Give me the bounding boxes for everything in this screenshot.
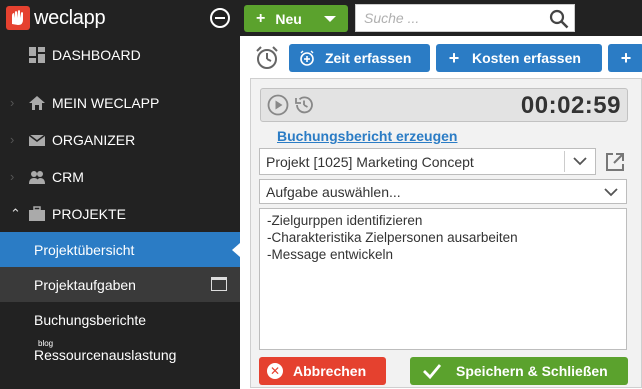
task-select[interactable]: Aufgabe auswählen...	[259, 179, 627, 204]
sidebar-item-dashboard[interactable]: DASHBOARD	[0, 36, 240, 73]
task-select-value: Aufgabe auswählen...	[266, 183, 401, 200]
alarm-clock-icon[interactable]	[254, 45, 280, 71]
project-select[interactable]: Projekt [1025] Marketing Concept	[259, 148, 596, 175]
sidebar: weclapp DASHBOARD › MEIN WECLAPP › ORGAN…	[0, 0, 240, 389]
sidebar-item-organizer[interactable]: › ORGANIZER	[0, 121, 240, 158]
save-close-button[interactable]: Speichern & Schließen	[410, 357, 628, 385]
sidebar-item-label: PROJEKTE	[52, 205, 126, 222]
timer-display: 00:02:59	[260, 88, 628, 122]
new-button[interactable]: + Neu	[244, 5, 348, 32]
kosten-erfassen-label: Kosten erfassen	[472, 50, 581, 66]
minus-circle-icon[interactable]	[210, 8, 230, 28]
time-toolbar: Zeit erfassen + Kosten erfassen +	[240, 36, 642, 78]
topbar: + Neu	[240, 0, 642, 36]
caret-down-icon[interactable]	[324, 16, 336, 22]
sidebar-item-label: MEIN WECLAPP	[52, 94, 160, 111]
chevron-down-icon[interactable]: ⌃	[10, 206, 21, 222]
sidebar-subitem-projektuebersicht[interactable]: Projektübersicht	[0, 232, 240, 267]
brand-name[interactable]: weclapp	[34, 7, 106, 30]
notes-textarea[interactable]: -Zielgurppen identifizieren -Charakteris…	[259, 208, 627, 350]
sidebar-item-projekte[interactable]: ⌃ PROJEKTE	[0, 195, 240, 232]
kosten-erfassen-button[interactable]: + Kosten erfassen	[436, 44, 602, 72]
buchungsbericht-link[interactable]: Buchungsbericht erzeugen	[277, 128, 457, 144]
cancel-button-label: Abbrechen	[293, 363, 367, 379]
new-button-label: Neu	[275, 10, 302, 27]
select-divider	[564, 151, 565, 172]
chevron-right-icon[interactable]: ›	[10, 132, 14, 147]
play-icon[interactable]	[267, 94, 289, 116]
notes-line: -Charakteristika Zielpersonen ausarbeite…	[267, 230, 518, 245]
active-indicator	[232, 243, 240, 257]
briefcase-icon	[29, 206, 45, 221]
plus-icon: +	[448, 47, 460, 68]
more-add-button[interactable]: +	[608, 44, 642, 72]
notes-line: -Zielgurppen identifizieren	[267, 213, 423, 228]
dashboard-icon	[29, 47, 45, 63]
sidebar-subitem-projektaufgaben[interactable]: Projektaufgaben	[0, 267, 240, 302]
sidebar-item-label: DASHBOARD	[52, 46, 141, 63]
main-content: Zeit erfassen + Kosten erfassen + 00:02:…	[240, 36, 642, 389]
weclapp-logo-icon[interactable]	[6, 6, 30, 30]
home-icon	[29, 96, 45, 110]
chevron-right-icon[interactable]: ›	[10, 95, 14, 110]
search-icon[interactable]	[549, 9, 569, 29]
external-link-icon[interactable]	[604, 151, 626, 173]
sidebar-subitem-label: Projektaufgaben	[34, 276, 136, 293]
sidebar-item-mein-weclapp[interactable]: › MEIN WECLAPP	[0, 84, 240, 121]
history-icon[interactable]	[293, 94, 315, 116]
sidebar-subitem-label: Projektübersicht	[34, 241, 135, 258]
brand: weclapp	[0, 0, 240, 36]
zeit-erfassen-label: Zeit erfassen	[325, 50, 412, 66]
plus-icon: +	[256, 9, 266, 27]
search-input[interactable]	[356, 5, 536, 31]
project-select-value: Projekt [1025] Marketing Concept	[266, 153, 474, 170]
chevron-right-icon[interactable]: ›	[10, 169, 14, 184]
window-icon[interactable]	[211, 277, 227, 291]
sidebar-item-label: CRM	[52, 168, 84, 185]
add-time-icon	[299, 50, 315, 66]
people-icon	[29, 171, 45, 184]
envelope-icon	[29, 134, 45, 146]
notes-line: -Message entwickeln	[267, 247, 394, 262]
sidebar-item-crm[interactable]: › CRM	[0, 158, 240, 195]
sidebar-subitem-label: Ressourcenauslastung	[34, 346, 177, 363]
close-icon: ✕	[267, 363, 283, 379]
blog-tag: blog	[38, 339, 54, 348]
save-close-button-label: Speichern & Schließen	[456, 363, 608, 379]
cancel-button[interactable]: ✕ Abbrechen	[259, 357, 386, 385]
timer-value: 00:02:59	[520, 92, 621, 119]
chevron-down-icon[interactable]	[604, 186, 618, 198]
search-box	[355, 4, 575, 32]
plus-icon: +	[620, 47, 632, 68]
sidebar-subitem-buchungsberichte[interactable]: Buchungsberichte	[0, 302, 240, 337]
time-entry-panel: 00:02:59 Buchungsbericht erzeugen Projek…	[250, 78, 642, 388]
sidebar-item-label: ORGANIZER	[52, 131, 136, 148]
chevron-down-icon[interactable]	[573, 155, 587, 167]
zeit-erfassen-button[interactable]: Zeit erfassen	[289, 44, 430, 72]
sidebar-subitem-ressourcenauslastung[interactable]: Ressourcenauslastung	[0, 337, 240, 372]
checkmark-icon	[423, 364, 442, 380]
sidebar-subitem-label: Buchungsberichte	[34, 311, 147, 328]
